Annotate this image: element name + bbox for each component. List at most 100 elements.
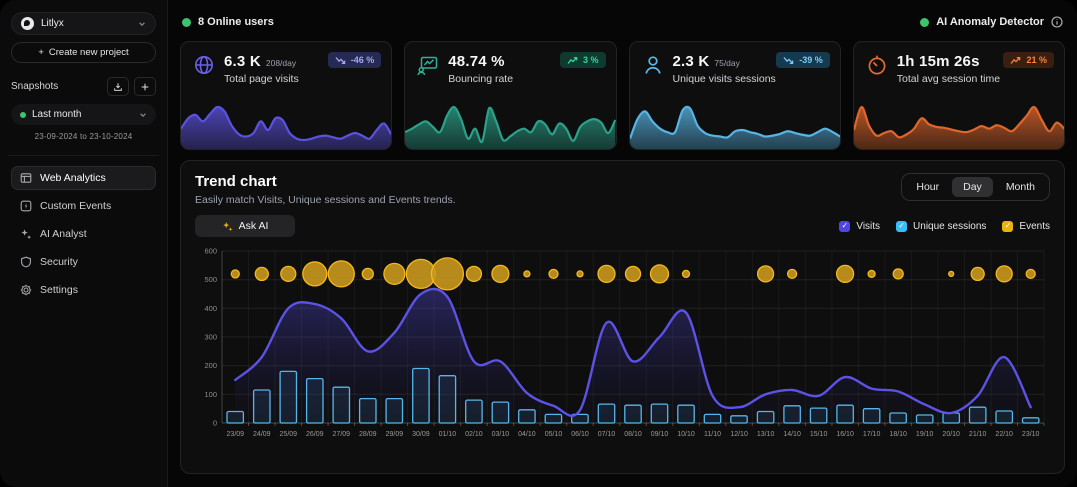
events-bubble [683,270,690,277]
x-axis-label: 27/09 [333,431,351,438]
unique-sessions-bar [466,400,482,423]
sidebar-item-label: Settings [40,284,78,296]
badge-value: -39 % [799,55,823,65]
events-bubble [466,266,481,281]
trend-down-icon [335,56,346,65]
info-icon[interactable] [1051,16,1063,28]
unique-sessions-bar [625,405,641,423]
litlyx-logo [21,17,34,30]
x-axis-label: 15/10 [810,431,828,438]
stat-trend-badge: -46 % [328,52,382,68]
stat-label: Bouncing rate [448,73,513,85]
tab-hour[interactable]: Hour [905,177,950,197]
trend-up-icon [567,56,578,65]
stat-card-total-avg-session-time: 1h 15m 26sTotal avg session time21 % [853,41,1065,150]
checkbox-icon: ✓ [1002,221,1013,232]
sidebar-item-label: Security [40,256,78,268]
unique-sessions-bar [996,411,1012,423]
unique-sessions-bar [280,371,296,423]
plus-icon: + [38,47,44,58]
unique-sessions-bar [254,390,270,423]
sidebar-item-label: Custom Events [40,200,111,212]
trend-panel: Trend chart Easily match Visits, Unique … [180,160,1065,474]
stat-value: 2.3 K [673,53,710,70]
create-project-button[interactable]: + Create new project [11,42,156,63]
x-axis-label: 28/09 [359,431,377,438]
events-bubble [626,266,641,281]
snapshots-label: Snapshots [11,81,102,92]
online-users-label: 8 Online users [198,16,274,28]
events-bubble [598,265,615,282]
unique-sessions-bar [519,410,535,423]
sidebar-item-security[interactable]: Security [11,250,156,274]
sparkle-icon [222,221,233,232]
main-content: 8 Online users AI Anomaly Detector 6.3 K… [168,0,1077,487]
snapshot-add-button[interactable] [134,77,156,96]
x-axis-label: 07/10 [598,431,616,438]
unique-sessions-bar [943,413,959,423]
x-axis-label: 18/10 [889,431,907,438]
legend-label: Visits [856,221,880,232]
events-bubble [868,270,875,277]
unique-sessions-bar [545,414,561,423]
x-axis-label: 30/09 [412,431,430,438]
chevron-down-icon [139,111,147,119]
x-axis-label: 13/10 [757,431,775,438]
checkbox-icon: ✓ [896,221,907,232]
sidebar-item-custom-events[interactable]: Custom Events [11,194,156,218]
y-axis-label: 600 [204,247,217,256]
y-axis-label: 500 [204,275,217,284]
stat-sparkline [181,97,391,149]
events-bubble [549,269,558,278]
sidebar-item-settings[interactable]: Settings [11,278,156,302]
ask-ai-label: Ask AI [239,220,269,232]
unique-sessions-bar [810,408,826,423]
custom-events-icon [20,200,32,212]
trend-down-icon [783,56,794,65]
project-selector[interactable]: Litlyx [11,12,156,35]
x-axis-label: 23/10 [1022,431,1040,438]
legend-unique-sessions[interactable]: ✓Unique sessions [896,221,986,232]
stat-sparkline [854,97,1064,149]
tab-day[interactable]: Day [952,177,993,197]
snapshot-download-button[interactable] [107,77,129,96]
x-axis-label: 24/09 [253,431,271,438]
x-axis-label: 02/10 [465,431,483,438]
app-window: Litlyx + Create new project Snapshots La… [0,0,1077,487]
unique-sessions-bar [678,405,694,423]
x-axis-label: 05/10 [545,431,563,438]
events-bubble [788,269,797,278]
unique-sessions-bar [704,414,720,423]
web-analytics-icon [20,172,32,184]
sidebar-divider [8,155,159,156]
legend-events[interactable]: ✓Events [1002,221,1050,232]
sidebar-item-web-analytics[interactable]: Web Analytics [11,166,156,190]
unique-sessions-bar [890,413,906,423]
x-axis-label: 06/10 [571,431,589,438]
events-bubble [492,265,509,282]
timer-icon [866,54,888,76]
legend-visits[interactable]: ✓Visits [839,221,880,232]
project-name: Litlyx [41,18,131,29]
unique-sessions-bar [492,402,508,423]
snapshot-select[interactable]: Last month [11,104,156,125]
x-axis-label: 16/10 [836,431,854,438]
range-tabs: HourDayMonth [901,173,1050,201]
unique-sessions-bar [784,406,800,423]
stat-trend-badge: -39 % [776,52,830,68]
ask-ai-button[interactable]: Ask AI [195,215,295,237]
plus-icon [140,82,150,92]
x-axis-label: 19/10 [916,431,934,438]
stats-row: 6.3 K208/dayTotal page visits-46 %48.74 … [180,41,1065,150]
anomaly-detector-label: AI Anomaly Detector [936,16,1044,28]
unique-sessions-bar [1023,418,1039,423]
badge-value: 21 % [1026,55,1047,65]
tab-month[interactable]: Month [995,177,1046,197]
events-bubble [362,268,373,279]
events-bubble [651,265,669,283]
stat-sparkline [405,97,615,149]
events-bubble [893,269,903,279]
sidebar-item-ai-analyst[interactable]: AI Analyst [11,222,156,246]
topbar: 8 Online users AI Anomaly Detector [180,10,1065,34]
events-bubble [431,258,463,290]
